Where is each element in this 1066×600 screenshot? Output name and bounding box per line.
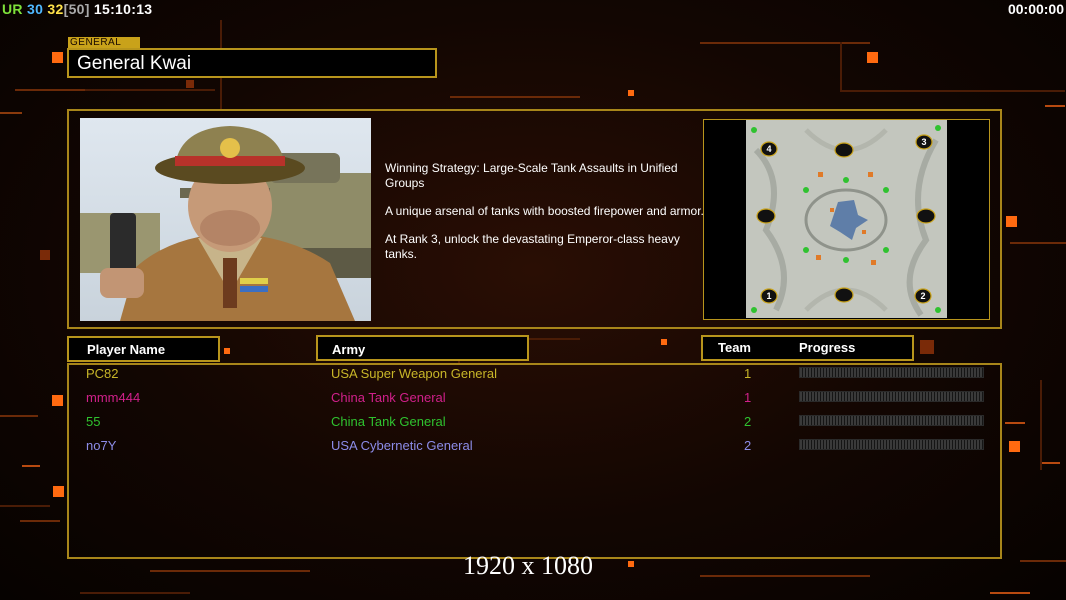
description-rank: At Rank 3, unlock the devastating Empero… bbox=[385, 232, 680, 261]
progress-bar bbox=[799, 415, 984, 426]
ur-value: 30 bbox=[27, 1, 44, 17]
general-title: General Kwai bbox=[77, 53, 192, 74]
column-header-progress-label: Progress bbox=[799, 340, 856, 355]
column-header-army-label: Army bbox=[332, 342, 366, 357]
map-start-2: 2 bbox=[920, 291, 925, 301]
resolution-label: 1920 x 1080 bbox=[463, 551, 593, 580]
player-army: USA Cybernetic General bbox=[331, 438, 473, 453]
perf-overlay: UR 30 32[50] 15:10:13 bbox=[2, 1, 152, 17]
map-start-4: 4 bbox=[766, 144, 771, 154]
player-team: 1 bbox=[744, 390, 752, 405]
general-portrait bbox=[80, 118, 371, 321]
player-army: USA Super Weapon General bbox=[331, 366, 497, 381]
player-name: no7Y bbox=[86, 438, 117, 453]
fps-value: 32 bbox=[47, 1, 64, 17]
map-preview: 4 3 1 2 bbox=[746, 120, 947, 318]
game-timer: 00:00:00 bbox=[1007, 1, 1064, 17]
column-header-player-label: Player Name bbox=[87, 342, 166, 357]
map-start-3: 3 bbox=[921, 137, 926, 147]
progress-bar bbox=[799, 391, 984, 402]
progress-bar bbox=[799, 439, 984, 450]
general-title-box: General Kwai bbox=[67, 48, 437, 78]
player-name: PC82 bbox=[86, 366, 119, 381]
player-name: mmm444 bbox=[86, 390, 141, 405]
clock: 15:10:13 bbox=[93, 1, 153, 17]
player-team: 2 bbox=[744, 414, 752, 429]
column-header-team-progress: Team Progress bbox=[701, 335, 914, 361]
player-name: 55 bbox=[86, 414, 101, 429]
column-header-player: Player Name bbox=[67, 336, 220, 362]
column-header-army: Army bbox=[316, 335, 529, 361]
ur-label: UR bbox=[2, 1, 23, 17]
description-strategy: Winning Strategy: Large-Scale Tank Assau… bbox=[385, 161, 678, 190]
player-army: China Tank General bbox=[331, 390, 446, 405]
player-team: 1 bbox=[744, 366, 752, 381]
player-team: 2 bbox=[744, 438, 752, 453]
fps-cap: [50] bbox=[63, 1, 90, 17]
progress-bar bbox=[799, 367, 984, 378]
map-start-1: 1 bbox=[766, 291, 771, 301]
player-army: China Tank General bbox=[331, 414, 446, 429]
column-header-team-label: Team bbox=[718, 340, 751, 355]
general-description: Winning Strategy: Large-Scale Tank Assau… bbox=[385, 161, 705, 275]
description-arsenal: A unique arsenal of tanks with boosted f… bbox=[385, 204, 704, 218]
